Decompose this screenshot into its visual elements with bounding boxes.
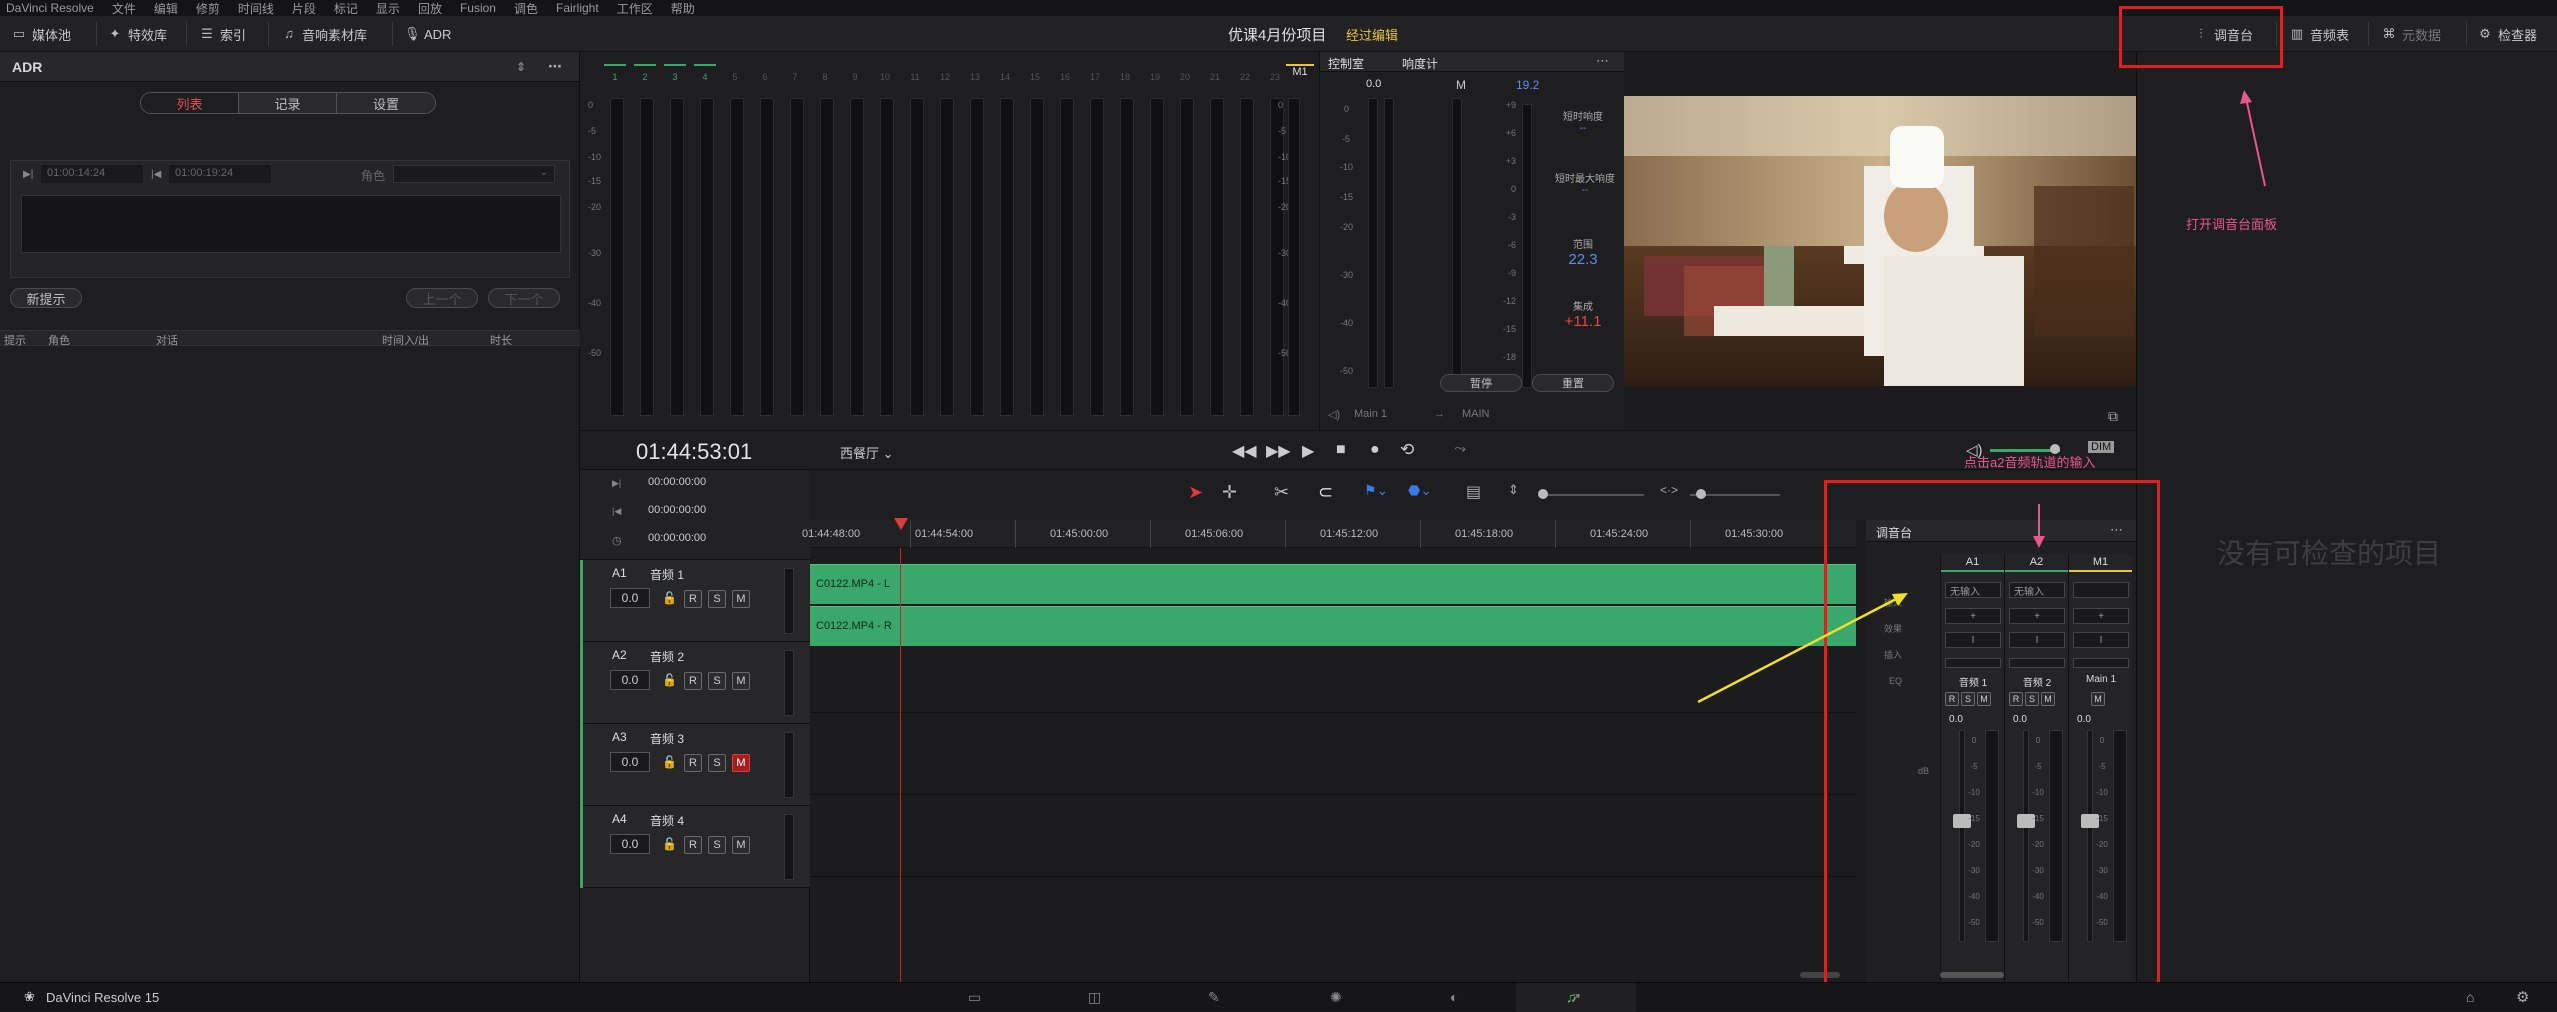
resolve-logo-icon: ❀ <box>24 989 35 1004</box>
media-page-icon[interactable]: ▭ <box>968 989 981 1006</box>
status-bar: ❀ DaVinci Resolve 15 ▭ ◫ ✎ ✺ ◐ ♫ ➚ ⌂ ⚙ <box>0 982 2557 1012</box>
app-version: DaVinci Resolve 15 <box>46 990 160 1005</box>
deliver-page-icon[interactable]: ➚ <box>1570 989 1582 1006</box>
color-page-icon[interactable]: ◐ <box>1450 989 1458 1005</box>
cut-page-icon[interactable]: ◫ <box>1088 989 1101 1006</box>
edit-page-icon[interactable]: ✎ <box>1208 989 1220 1006</box>
fusion-page-icon[interactable]: ✺ <box>1330 989 1342 1006</box>
annotation-arrows <box>1697 90 2266 704</box>
home-icon[interactable]: ⌂ <box>2466 989 2474 1005</box>
annotation-open-mixer: 打开调音台面板 <box>2186 217 2278 232</box>
annotation-click-a2: 点击a2音频轨道的输入 <box>1964 455 2096 470</box>
settings-gear-icon[interactable]: ⚙ <box>2516 988 2529 1006</box>
